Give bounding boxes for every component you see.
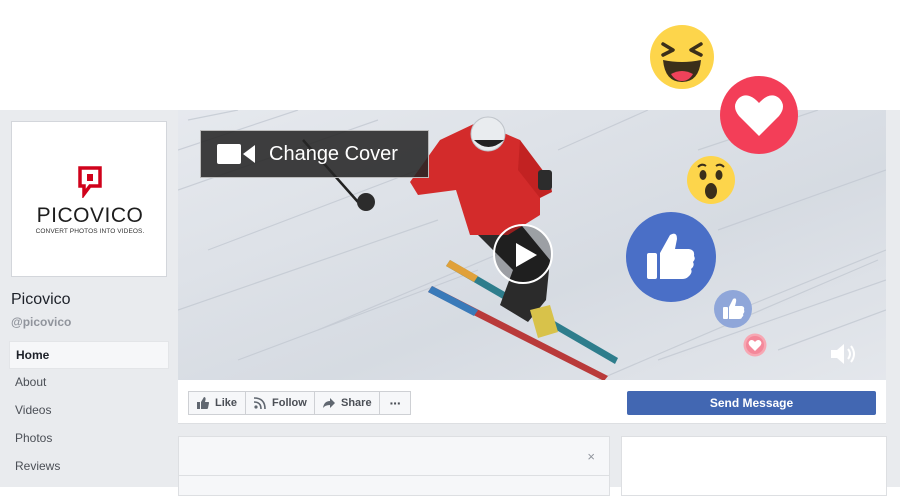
like-emoji-small-icon	[714, 290, 752, 328]
sidebar-item-photos[interactable]: Photos	[9, 425, 169, 453]
change-cover-label: Change Cover	[269, 143, 398, 165]
thumbs-up-icon	[197, 397, 209, 409]
profile-picture[interactable]: PICOVICO CONVERT PHOTOS INTO VIDEOS.	[11, 121, 167, 277]
like-label: Like	[215, 397, 238, 409]
share-label: Share	[341, 397, 372, 409]
composer-card: ×	[178, 436, 610, 496]
side-card	[621, 436, 887, 496]
divider	[179, 475, 609, 476]
play-icon	[516, 243, 537, 267]
share-arrow-icon	[323, 398, 335, 408]
send-message-button[interactable]: Send Message	[627, 391, 876, 415]
love-emoji-small-icon	[743, 333, 767, 357]
haha-emoji-icon	[650, 25, 714, 89]
sidebar-nav: Home About Videos Photos Reviews	[9, 341, 169, 481]
logo-tagline: CONVERT PHOTOS INTO VIDEOS.	[35, 228, 145, 235]
sidebar-item-reviews[interactable]: Reviews	[9, 453, 169, 481]
love-emoji-icon	[720, 76, 798, 154]
like-emoji-icon	[626, 212, 716, 302]
share-button[interactable]: Share	[314, 391, 380, 415]
follow-button[interactable]: Follow	[245, 391, 315, 415]
more-options-button[interactable]: ···	[379, 391, 411, 415]
follow-label: Follow	[272, 397, 307, 409]
sidebar-item-videos[interactable]: Videos	[9, 397, 169, 425]
change-cover-button[interactable]: Change Cover	[200, 130, 429, 178]
video-camera-icon	[217, 144, 255, 164]
play-button[interactable]	[493, 224, 553, 284]
picovico-logo-icon	[78, 166, 102, 198]
sidebar-item-home[interactable]: Home	[9, 341, 169, 369]
wow-emoji-icon	[687, 156, 735, 204]
sidebar-item-about[interactable]: About	[9, 369, 169, 397]
volume-icon[interactable]	[829, 343, 857, 365]
logo-wordmark: PICOVICO	[36, 204, 144, 227]
like-button[interactable]: Like	[188, 391, 246, 415]
close-icon[interactable]: ×	[587, 449, 595, 464]
rss-icon	[254, 397, 266, 409]
more-dots-icon: ···	[389, 395, 402, 411]
page-handle[interactable]: @picovico	[11, 315, 71, 329]
page-title[interactable]: Picovico	[11, 291, 71, 309]
